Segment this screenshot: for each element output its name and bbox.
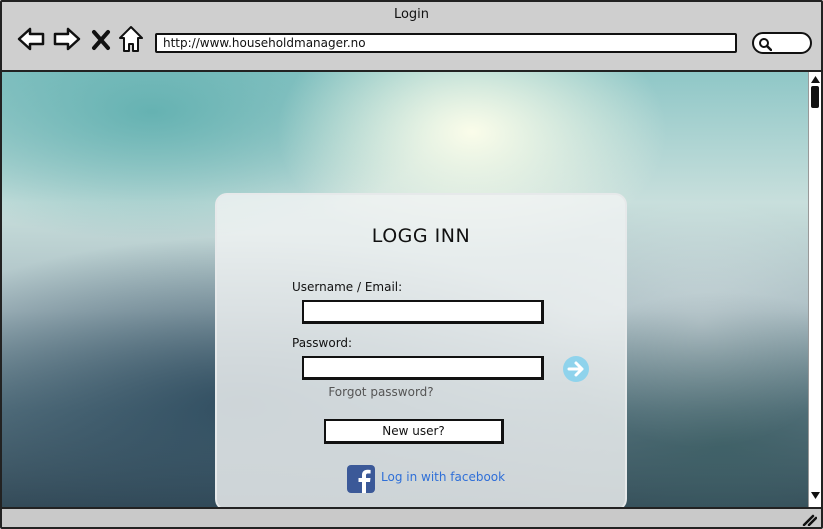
password-field[interactable] xyxy=(302,356,544,380)
vertical-scrollbar[interactable] xyxy=(808,72,821,507)
username-label: Username / Email: xyxy=(292,280,403,294)
window-title: Login xyxy=(393,7,430,22)
forgot-password-link[interactable]: Forgot password? xyxy=(217,385,625,399)
facebook-login-label: Log in with facebook xyxy=(381,470,506,484)
username-field[interactable] xyxy=(302,300,544,324)
scroll-down-icon[interactable] xyxy=(810,491,821,501)
close-icon[interactable] xyxy=(88,24,114,54)
search-icon xyxy=(759,38,772,51)
scroll-up-icon[interactable] xyxy=(810,74,821,84)
facebook-icon xyxy=(347,465,375,493)
address-bar[interactable]: http://www.householdmanager.no xyxy=(155,33,737,53)
forward-arrow-icon[interactable] xyxy=(52,24,82,54)
login-card: LOGG INN Username / Email: Password: For… xyxy=(215,193,627,507)
browser-toolbar: Login http://www.householdmanager.no xyxy=(2,2,821,72)
page-title: LOGG INN xyxy=(371,225,471,247)
page-viewport: LOGG INN Username / Email: Password: For… xyxy=(2,72,808,507)
search-input[interactable] xyxy=(752,32,812,54)
arrow-right-circle-icon[interactable] xyxy=(562,355,590,383)
back-arrow-icon[interactable] xyxy=(16,24,46,54)
resize-grip-icon[interactable] xyxy=(801,512,817,526)
browser-window: Login http://www.householdmanager.no LOG… xyxy=(0,0,823,529)
new-user-button[interactable]: New user? xyxy=(324,419,504,444)
scrollbar-thumb[interactable] xyxy=(811,86,819,108)
home-icon[interactable] xyxy=(118,24,144,54)
password-label: Password: xyxy=(292,336,353,350)
status-bar xyxy=(2,507,821,527)
